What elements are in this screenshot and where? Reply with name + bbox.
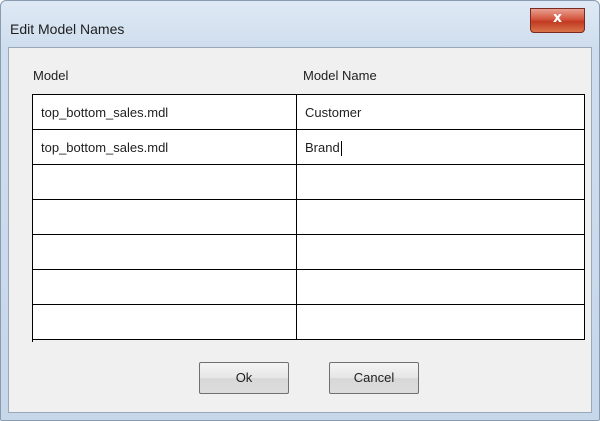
model-names-grid: top_bottom_sales.mdl Customer top_bottom… [32, 94, 585, 342]
model-cell[interactable]: top_bottom_sales.mdl [33, 130, 297, 165]
model-name-cell[interactable]: Customer [297, 95, 585, 130]
cancel-button[interactable]: Cancel [329, 362, 419, 394]
table-row [33, 270, 585, 305]
ok-button[interactable]: Ok [199, 362, 289, 394]
table-row [33, 165, 585, 200]
model-name-value: Brand [305, 140, 340, 155]
model-cell[interactable] [33, 200, 297, 235]
table-row [33, 235, 585, 270]
table-row [33, 305, 585, 340]
model-name-cell[interactable] [297, 200, 585, 235]
title-bar[interactable]: Edit Model Names x [1, 1, 599, 47]
model-name-cell[interactable] [297, 305, 585, 340]
model-cell[interactable] [33, 235, 297, 270]
column-header-model-name: Model Name [303, 68, 377, 83]
table-row [33, 200, 585, 235]
close-icon: x [552, 10, 563, 26]
table-row: top_bottom_sales.mdl Customer [33, 95, 585, 130]
model-cell[interactable] [33, 165, 297, 200]
edit-model-names-dialog: Edit Model Names x Model Model Name top_… [0, 0, 600, 421]
dialog-title: Edit Model Names [10, 21, 125, 37]
column-header-model: Model [33, 68, 69, 83]
dialog-body: Model Model Name top_bottom_sales.mdl Cu… [8, 47, 592, 413]
close-button[interactable]: x [530, 8, 585, 33]
text-cursor [340, 141, 342, 157]
model-cell[interactable]: top_bottom_sales.mdl [33, 95, 297, 130]
model-name-cell[interactable] [297, 165, 585, 200]
table-row: top_bottom_sales.mdl Brand [33, 130, 585, 165]
model-cell[interactable] [33, 270, 297, 305]
model-cell[interactable] [33, 305, 297, 340]
model-name-cell[interactable] [297, 235, 585, 270]
model-name-cell-editing[interactable]: Brand [297, 130, 585, 165]
model-name-cell[interactable] [297, 270, 585, 305]
